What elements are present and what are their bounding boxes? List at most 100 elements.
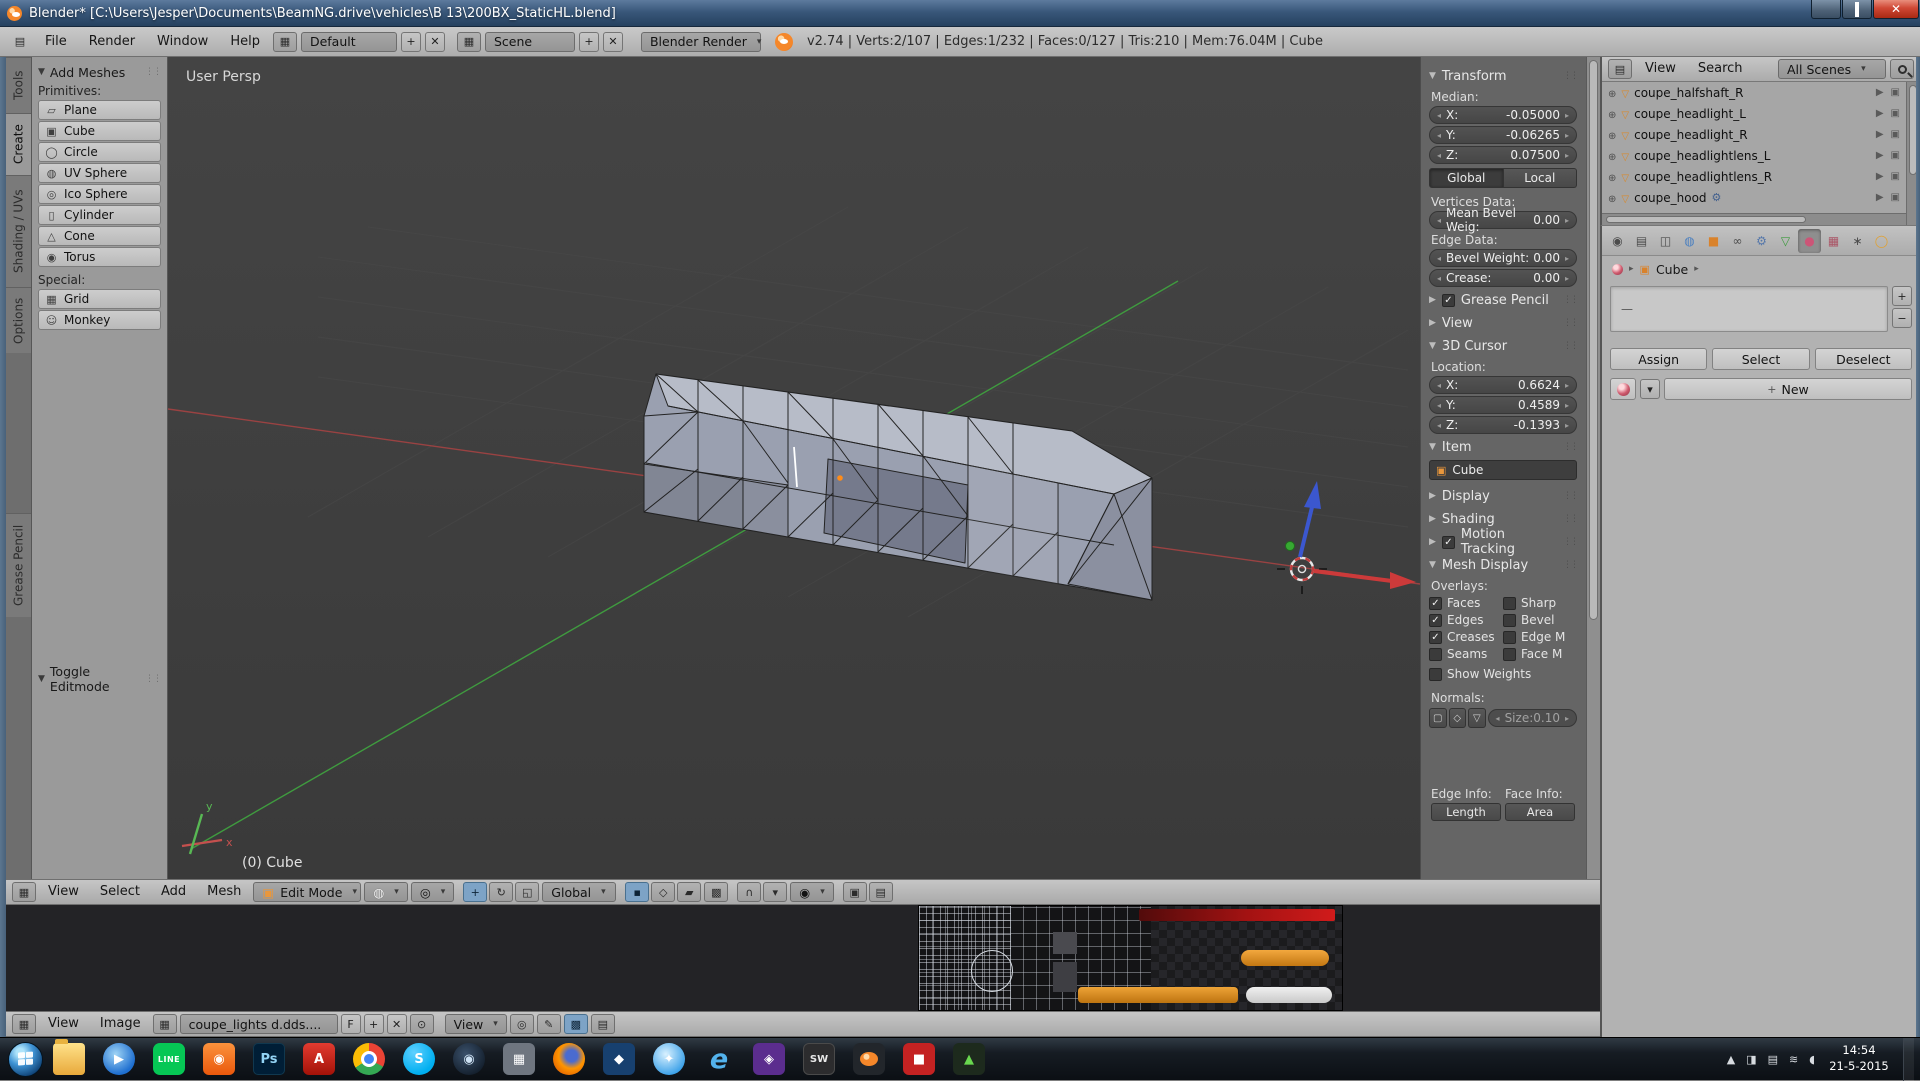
internet-explorer-icon[interactable]: e bbox=[703, 1043, 735, 1075]
chrome-icon[interactable] bbox=[353, 1043, 385, 1075]
texture-image[interactable] bbox=[918, 905, 1343, 1011]
loop-normals-toggle[interactable]: ◇ bbox=[1449, 708, 1467, 728]
uv-repeat-icon[interactable]: ▤ bbox=[591, 1014, 615, 1034]
media-player-icon[interactable]: ▶ bbox=[103, 1043, 135, 1075]
transform-manipulator[interactable] bbox=[1286, 481, 1417, 589]
toggle-editmode-panel-header[interactable]: Toggle Editmode ⋮⋮ bbox=[38, 669, 161, 689]
window-titlebar[interactable]: Blender* [C:\Users\Jesper\Documents\Beam… bbox=[0, 0, 1920, 27]
deselect-button[interactable]: Deselect bbox=[1815, 348, 1912, 370]
expand-icon[interactable] bbox=[1608, 149, 1616, 163]
median-x-field[interactable]: X:-0.05000 bbox=[1429, 106, 1577, 124]
show-desktop-button[interactable] bbox=[1903, 1038, 1914, 1081]
material-browse-button[interactable]: ▾ bbox=[1640, 379, 1660, 399]
taskbar-clock[interactable]: 14:54 21-5-2015 bbox=[1826, 1043, 1892, 1074]
tab-constraints[interactable]: ∞ bbox=[1726, 229, 1749, 253]
viewport-shading-selector[interactable]: ◍ bbox=[364, 882, 407, 902]
tab-shading-uvs[interactable]: Shading / UVs bbox=[6, 175, 31, 287]
navy-app-icon[interactable]: ◆ bbox=[603, 1043, 635, 1075]
uv-draw-channel-icon[interactable]: ▩ bbox=[564, 1014, 588, 1034]
crease-field[interactable]: Crease:0.00 bbox=[1429, 269, 1577, 287]
screen-layout-selector[interactable]: Default bbox=[301, 32, 397, 52]
display-panel-header[interactable]: Display⋮⋮ bbox=[1429, 486, 1577, 506]
outliner-editor-type-icon[interactable]: ▤ bbox=[1608, 59, 1632, 79]
renderable-icon[interactable]: ▣ bbox=[1891, 87, 1900, 98]
solidworks-icon[interactable]: SW bbox=[803, 1043, 835, 1075]
add-slot-button[interactable]: + bbox=[1892, 286, 1912, 306]
tab-object[interactable]: ■ bbox=[1702, 229, 1725, 253]
scene-browse-icon[interactable]: ▦ bbox=[457, 32, 481, 52]
maximize-button[interactable] bbox=[1842, 0, 1872, 19]
uv-view-selector[interactable]: View bbox=[445, 1014, 507, 1034]
assign-button[interactable]: Assign bbox=[1610, 348, 1707, 370]
photoshop-icon[interactable]: Ps bbox=[253, 1043, 285, 1075]
tab-options[interactable]: Options bbox=[6, 287, 31, 353]
face-select-toggle[interactable]: ▰ bbox=[677, 882, 701, 902]
volume-icon[interactable]: ◖ bbox=[1809, 1053, 1815, 1066]
outliner-menu-search[interactable]: Search bbox=[1689, 55, 1752, 83]
panel-drag-icon[interactable]: ⋮⋮ bbox=[145, 67, 161, 77]
viewport-editor-type-icon[interactable]: ▦ bbox=[12, 882, 36, 902]
line-app-icon[interactable]: LINE bbox=[153, 1043, 185, 1075]
renderable-icon[interactable]: ▣ bbox=[1891, 129, 1900, 140]
gray-app-icon[interactable]: ▦ bbox=[503, 1043, 535, 1075]
grease-pencil-panel-header[interactable]: Grease Pencil⋮⋮ bbox=[1429, 290, 1577, 310]
renderable-icon[interactable]: ▣ bbox=[1891, 171, 1900, 182]
global-button[interactable]: Global bbox=[1429, 168, 1504, 188]
screen-add-button[interactable]: + bbox=[401, 32, 421, 52]
tab-texture[interactable]: ▦ bbox=[1822, 229, 1845, 253]
selectable-icon[interactable]: ▶ bbox=[1876, 192, 1884, 203]
tab-scene[interactable]: ◫ bbox=[1654, 229, 1677, 253]
expand-icon[interactable] bbox=[1608, 107, 1616, 121]
tab-object-data[interactable]: ▽ bbox=[1774, 229, 1797, 253]
snap-element-selector[interactable]: ▾ bbox=[763, 882, 787, 902]
acrobat-icon[interactable]: A bbox=[303, 1043, 335, 1075]
renderable-icon[interactable]: ▣ bbox=[1891, 192, 1900, 203]
median-z-field[interactable]: Z:0.07500 bbox=[1429, 146, 1577, 164]
menu-help[interactable]: Help bbox=[221, 28, 269, 56]
normals-size-field[interactable]: Size:0.10 bbox=[1488, 709, 1577, 727]
opengl-render-anim-button[interactable]: ▤ bbox=[869, 882, 893, 902]
item-panel-header[interactable]: Item⋮⋮ bbox=[1429, 437, 1577, 457]
snap-magnet-toggle[interactable]: ∩ bbox=[737, 882, 761, 902]
minimize-button[interactable] bbox=[1811, 0, 1841, 19]
outliner-menu-view[interactable]: View bbox=[1636, 55, 1685, 83]
new-material-button[interactable]: + New bbox=[1664, 378, 1912, 400]
seams-checkbox[interactable]: Seams bbox=[1429, 647, 1503, 661]
pivot-point-selector[interactable]: ◎ bbox=[411, 882, 454, 902]
proportional-edit-selector[interactable]: ◉ bbox=[790, 882, 833, 902]
steam-icon[interactable]: ◉ bbox=[453, 1043, 485, 1075]
scene-selector[interactable]: Scene bbox=[485, 32, 575, 52]
expand-icon[interactable] bbox=[1608, 191, 1616, 205]
motion-tracking-panel-header[interactable]: Motion Tracking⋮⋮ bbox=[1429, 532, 1577, 552]
outliner-item[interactable]: coupe_headlightlens_R▶▣ bbox=[1602, 166, 1906, 187]
uv-pivot-icon[interactable]: ◎ bbox=[510, 1014, 534, 1034]
cursor-x-field[interactable]: X:0.6624 bbox=[1429, 376, 1577, 394]
viewport-menu-add[interactable]: Add bbox=[152, 878, 195, 906]
menu-file[interactable]: File bbox=[36, 28, 76, 56]
explorer-icon[interactable] bbox=[53, 1043, 85, 1075]
outliner-item[interactable]: coupe_headlight_R▶▣ bbox=[1602, 124, 1906, 145]
uv-image-editor[interactable] bbox=[6, 905, 1600, 1011]
tab-world[interactable]: ◍ bbox=[1678, 229, 1701, 253]
expand-icon[interactable] bbox=[1608, 170, 1616, 184]
selectable-icon[interactable]: ▶ bbox=[1876, 87, 1884, 98]
transform-orientation-selector[interactable]: Global bbox=[542, 882, 616, 902]
viewport-menu-mesh[interactable]: Mesh bbox=[198, 878, 250, 906]
n-panel-scrollbar[interactable] bbox=[1586, 57, 1600, 879]
vertex-normals-toggle[interactable]: ▢ bbox=[1429, 708, 1447, 728]
cursor-z-field[interactable]: Z:-0.1393 bbox=[1429, 416, 1577, 434]
rotate-manipulator-toggle[interactable]: ↻ bbox=[489, 882, 513, 902]
info-editor-icon[interactable]: ▤ bbox=[8, 32, 32, 52]
active-vertex[interactable] bbox=[837, 475, 843, 481]
orange-app-icon[interactable]: ◉ bbox=[203, 1043, 235, 1075]
local-button[interactable]: Local bbox=[1504, 168, 1578, 188]
tray-app-icon[interactable]: ◨ bbox=[1746, 1053, 1756, 1066]
viewport-menu-view[interactable]: View bbox=[39, 878, 88, 906]
outliner-item[interactable]: coupe_halfshaft_R▶▣ bbox=[1602, 82, 1906, 103]
bevel-weight-field[interactable]: Bevel Weight:0.00 bbox=[1429, 249, 1577, 267]
mesh-object[interactable] bbox=[644, 374, 1152, 600]
material-preview-swatch[interactable] bbox=[1610, 378, 1636, 400]
add-grid-button[interactable]: ▦Grid bbox=[38, 289, 161, 309]
image-pack-icon[interactable]: ⊙ bbox=[410, 1014, 434, 1034]
screen-delete-button[interactable]: ✕ bbox=[425, 32, 445, 52]
